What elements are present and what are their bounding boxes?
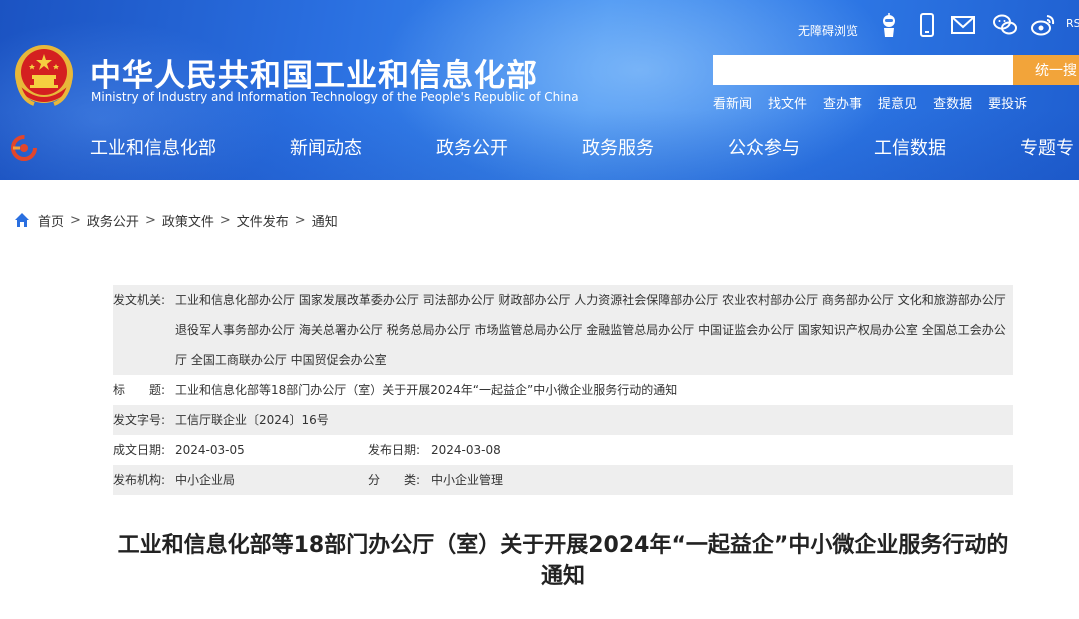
document-meta-table: 发文机关: 工业和信息化部办公厅 国家发展改革委办公厅 司法部办公厅 财政部办公… (113, 285, 1013, 495)
docno-label: 发文字号: (113, 413, 166, 427)
breadcrumb: 首页 > 政务公开 > 政策文件 > 文件发布 > 通知 (14, 210, 338, 230)
published-date-value: 2024-03-08 (431, 443, 501, 457)
meta-row-dates: 成文日期: 2024-03-05 发布日期: 2024-03-08 (113, 435, 1013, 465)
site-title[interactable]: 中华人民共和国工业和信息化部 (90, 50, 538, 95)
national-emblem-icon[interactable] (12, 42, 76, 110)
breadcrumb-separator: > (294, 212, 306, 228)
quick-link-services[interactable]: 查办事 (823, 93, 862, 112)
published-date-label: 发布日期: (368, 443, 421, 457)
quick-link-data[interactable]: 查数据 (933, 93, 972, 112)
robot-assistant-icon[interactable] (876, 12, 902, 38)
email-icon[interactable] (950, 12, 976, 38)
breadcrumb-separator: > (70, 212, 81, 228)
org-value: 中小企业局 (175, 473, 236, 487)
nav-item-gov-affairs[interactable]: 政务公开 (436, 134, 508, 160)
breadcrumb-separator: > (219, 212, 231, 228)
issuer-value: 工业和信息化部办公厅 国家发展改革委办公厅 司法部办公厅 财政部办公厅 人力资源… (175, 293, 1006, 367)
issuer-label: 发文机关: (113, 293, 166, 307)
accessibility-link[interactable]: 无障碍浏览 (798, 16, 858, 44)
breadcrumb-policy-docs[interactable]: 政策文件 (162, 211, 214, 230)
site-subtitle: Ministry of Industry and Information Tec… (91, 90, 579, 104)
breadcrumb-separator: > (144, 212, 156, 228)
breadcrumb-gov-affairs[interactable]: 政务公开 (87, 211, 139, 230)
nav-item-data[interactable]: 工信数据 (874, 134, 946, 160)
meta-row-title: 标 题: 工业和信息化部等18部门办公厅（室）关于开展2024年“一起益企”中小… (113, 375, 1013, 405)
home-icon[interactable] (14, 212, 30, 228)
breadcrumb-home[interactable]: 首页 (38, 211, 64, 230)
title-value: 工业和信息化部等18部门办公厅（室）关于开展2024年“一起益企”中小微企业服务… (175, 383, 678, 397)
unified-search-button[interactable]: 统一搜 (1013, 55, 1079, 85)
article-title: 工业和信息化部等18部门办公厅（室）关于开展2024年“一起益企”中小微企业服务… (117, 533, 1009, 589)
site-header: 中华人民共和国工业和信息化部 Ministry of Industry and … (0, 0, 1079, 180)
nav-item-gov-services[interactable]: 政务服务 (582, 134, 654, 160)
docno-value: 工信厅联企业〔2024〕16号 (175, 413, 329, 427)
breadcrumb-file-release[interactable]: 文件发布 (237, 211, 289, 230)
quick-links: 看新闻 找文件 查办事 提意见 查数据 要投诉 (713, 93, 1027, 112)
wechat-icon[interactable] (992, 12, 1018, 38)
quick-link-news[interactable]: 看新闻 (713, 93, 752, 112)
category-label: 分 类: (368, 473, 421, 487)
meta-row-docno: 发文字号: 工信厅联企业〔2024〕16号 (113, 405, 1013, 435)
title-label: 标 题: (113, 383, 166, 397)
meta-row-org: 发布机构: 中小企业局 分 类: 中小企业管理 (113, 465, 1013, 495)
meta-row-issuer: 发文机关: 工业和信息化部办公厅 国家发展改革委办公厅 司法部办公厅 财政部办公… (113, 285, 1013, 375)
mobile-phone-icon[interactable] (914, 12, 940, 38)
quick-link-files[interactable]: 找文件 (768, 93, 807, 112)
rss-link[interactable]: RS (1066, 17, 1079, 30)
search-input[interactable] (713, 55, 1013, 85)
nav-item-participation[interactable]: 公众参与 (728, 134, 800, 160)
created-date-value: 2024-03-05 (175, 443, 245, 457)
nav-item-topics[interactable]: 专题专 (1020, 134, 1074, 160)
ministry-logo-icon[interactable] (10, 134, 38, 162)
nav-item-news[interactable]: 新闻动态 (290, 134, 362, 160)
quick-link-feedback[interactable]: 提意见 (878, 93, 917, 112)
nav-item-miit[interactable]: 工业和信息化部 (90, 134, 216, 160)
created-date-label: 成文日期: (113, 443, 166, 457)
breadcrumb-notice[interactable]: 通知 (312, 211, 338, 230)
weibo-icon[interactable] (1030, 12, 1056, 38)
org-label: 发布机构: (113, 473, 166, 487)
category-value: 中小企业管理 (431, 473, 504, 487)
main-nav: 工业和信息化部 新闻动态 政务公开 政务服务 公众参与 工信数据 专题专 (0, 128, 1079, 166)
quick-link-complaint[interactable]: 要投诉 (988, 93, 1027, 112)
